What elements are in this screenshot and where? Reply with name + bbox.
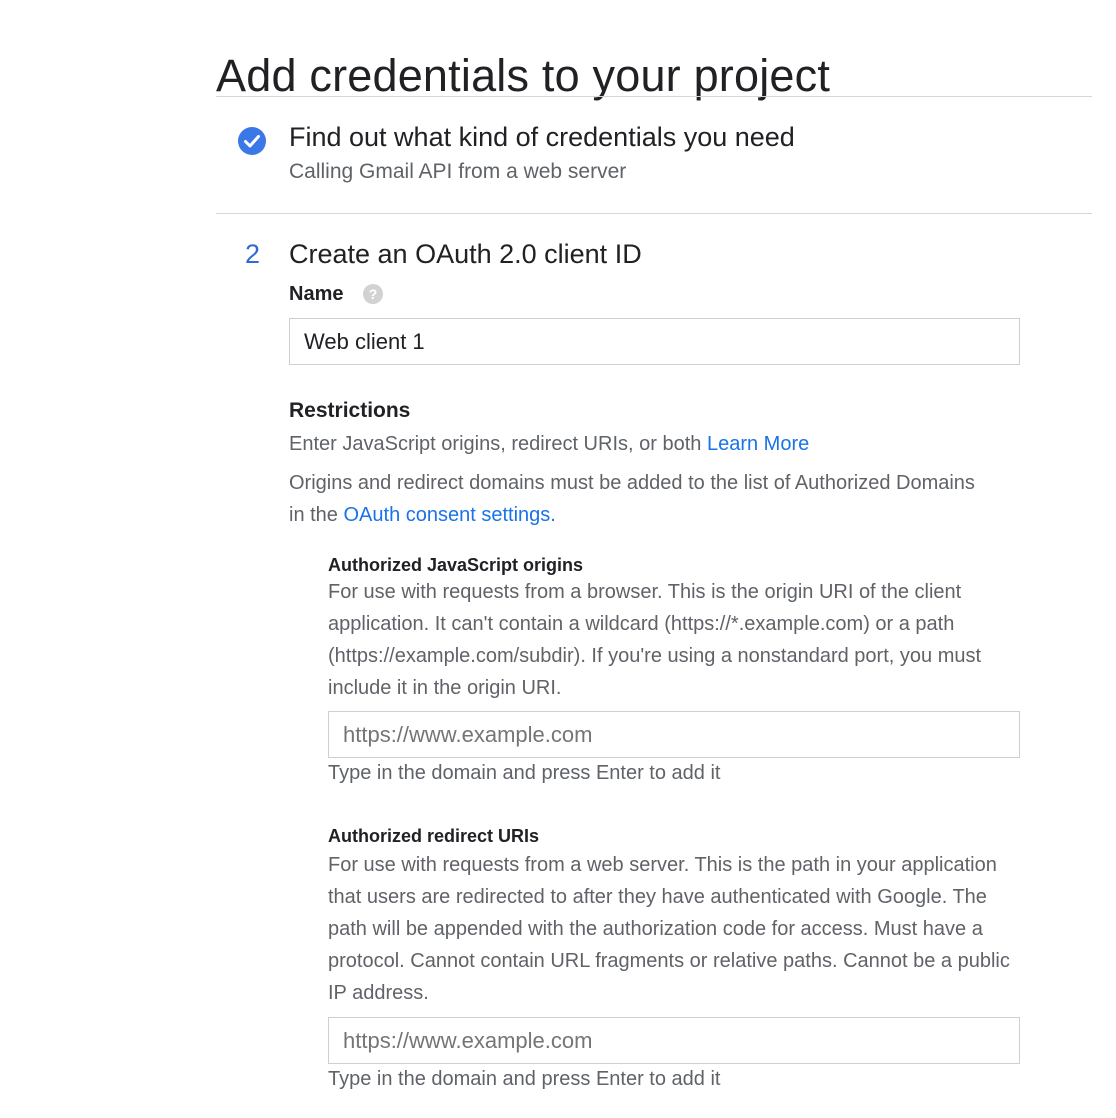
js-origins-input[interactable] — [328, 711, 1020, 758]
page-title: Add credentials to your project — [216, 50, 831, 102]
divider — [216, 96, 1092, 97]
restrictions-heading: Restrictions — [289, 399, 411, 422]
name-label: Name — [289, 283, 344, 305]
name-input[interactable] — [289, 318, 1020, 365]
step-2-number: 2 — [245, 239, 261, 269]
domains-note: Origins and redirect domains must be add… — [289, 467, 989, 531]
restrictions-description: Enter JavaScript origins, redirect URIs,… — [289, 428, 809, 460]
redirect-uris-description: For use with requests from a web server.… — [328, 854, 1010, 1004]
js-origins-description: For use with requests from a browser. Th… — [328, 581, 982, 699]
redirect-uris-hint: Type in the domain and press Enter to ad… — [328, 1068, 721, 1090]
check-circle-icon — [238, 127, 266, 155]
help-icon[interactable]: ? — [363, 284, 383, 304]
js-origins-hint: Type in the domain and press Enter to ad… — [328, 762, 721, 784]
step-1-subtitle: Calling Gmail API from a web server — [289, 160, 627, 183]
step-2-title: Create an OAuth 2.0 client ID — [289, 239, 642, 269]
redirect-uris-input[interactable] — [328, 1017, 1020, 1064]
restrictions-description-text: Enter JavaScript origins, redirect URIs,… — [289, 433, 702, 455]
divider — [216, 213, 1092, 214]
oauth-consent-settings-link[interactable]: OAuth consent settings. — [344, 504, 556, 526]
js-origins-heading: Authorized JavaScript origins — [328, 555, 584, 575]
redirect-uris-heading: Authorized redirect URIs — [328, 826, 540, 846]
step-1-title: Find out what kind of credentials you ne… — [289, 122, 795, 152]
learn-more-link[interactable]: Learn More — [707, 433, 809, 455]
